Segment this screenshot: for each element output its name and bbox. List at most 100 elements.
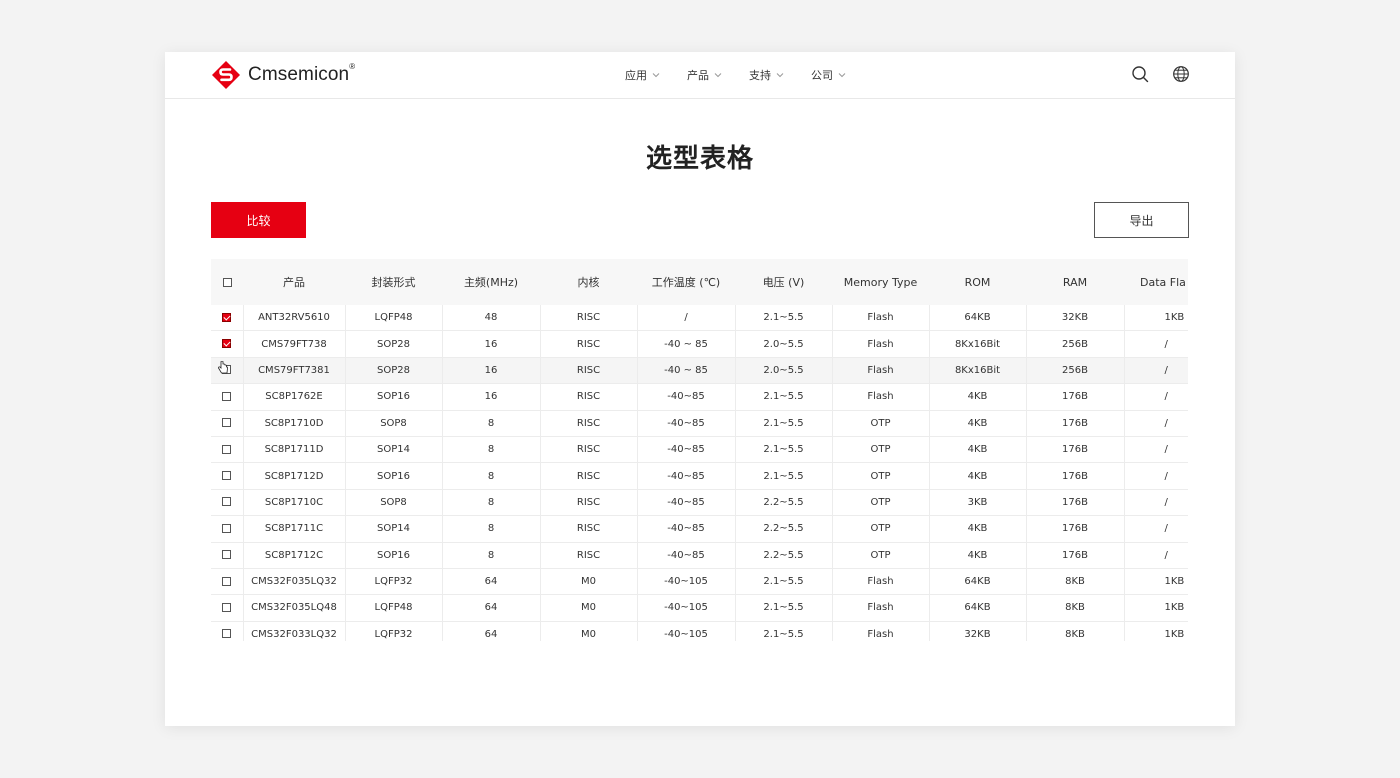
table-cell: 8Kx16Bit	[929, 357, 1027, 385]
column-header[interactable]: 封装形式	[345, 259, 442, 305]
column-header[interactable]: 产品	[243, 259, 345, 305]
table-cell: RISC	[540, 305, 638, 332]
table-row[interactable]: SC8P1762E SOP16 16 RISC -40~85 2.1~5.5 Flash 4K…	[211, 383, 1188, 411]
select-all-checkbox[interactable]	[222, 278, 232, 287]
table-cell: 256B	[1026, 330, 1125, 358]
table-row[interactable]: CMS79FT738 SOP28 16 RISC -40 ~ 85 2.0~5.5 Flas…	[211, 330, 1188, 358]
row-select-cell[interactable]	[211, 515, 244, 543]
compare-button[interactable]: 比较	[211, 202, 306, 238]
table-cell: M0	[540, 568, 638, 596]
table-row[interactable]: SC8P1710C SOP8 8 RISC -40~85 2.2~5.5 OTP 3KB 176…	[211, 489, 1188, 517]
chevron-down-icon	[714, 73, 722, 78]
row-checkbox[interactable]	[222, 444, 232, 454]
row-select-cell[interactable]	[211, 489, 244, 517]
row-select-cell[interactable]	[211, 621, 244, 641]
table-cell: 8	[442, 462, 541, 490]
table-cell: 64KB	[929, 568, 1027, 596]
table-cell: SC8P1710C	[243, 489, 346, 517]
table-cell: RISC	[540, 330, 638, 358]
row-select-cell[interactable]	[211, 542, 244, 569]
row-checkbox[interactable]	[222, 471, 232, 481]
row-checkbox[interactable]	[222, 629, 232, 639]
nav-item-support[interactable]: 支持	[749, 67, 784, 83]
row-select-cell[interactable]	[211, 357, 244, 385]
table-row[interactable]: SC8P1711D SOP14 8 RISC -40~85 2.1~5.5 OTP 4KB 17…	[211, 436, 1188, 464]
nav-item-products[interactable]: 产品	[687, 67, 722, 83]
row-checkbox[interactable]	[222, 550, 232, 560]
export-button[interactable]: 导出	[1094, 202, 1189, 238]
column-header[interactable]: 工作温度 (℃)	[637, 259, 735, 305]
table-cell: -40~105	[637, 568, 736, 596]
table-cell: RISC	[540, 410, 638, 437]
column-header[interactable]: Memory Type	[832, 259, 929, 305]
table-row[interactable]: SC8P1712D SOP16 8 RISC -40~85 2.1~5.5 OTP 4KB 17…	[211, 462, 1188, 490]
table-row[interactable]: CMS32F033LQ32 LQFP32 64 M0 -40~105 2.1~5.5 Fla…	[211, 621, 1188, 641]
table-cell: 16	[442, 383, 541, 411]
table-cell: SOP8	[345, 489, 443, 517]
table-cell: /	[1124, 330, 1188, 358]
globe-icon[interactable]	[1172, 65, 1190, 83]
header-select-all[interactable]	[211, 259, 243, 305]
table-cell: SC8P1762E	[243, 383, 346, 411]
table-cell: -40~85	[637, 515, 736, 543]
nav-label: 应用	[625, 69, 647, 82]
row-select-cell[interactable]	[211, 594, 244, 622]
row-checkbox[interactable]	[222, 602, 232, 612]
table-cell: 2.2~5.5	[735, 515, 833, 543]
table-cell: 176B	[1026, 542, 1125, 569]
column-header[interactable]: RAM	[1026, 259, 1124, 305]
column-header[interactable]: ROM	[929, 259, 1026, 305]
row-checkbox[interactable]	[222, 523, 232, 533]
table-cell: 32KB	[929, 621, 1027, 641]
table-cell: Flash	[832, 383, 930, 411]
row-checkbox[interactable]	[222, 418, 232, 428]
table-cell: Flash	[832, 621, 930, 641]
table-cell: -40~85	[637, 410, 736, 437]
row-select-cell[interactable]	[211, 410, 244, 437]
table-cell: 1KB	[1124, 621, 1188, 641]
column-header[interactable]: 电压 (V)	[735, 259, 832, 305]
row-checkbox[interactable]	[222, 391, 232, 401]
brand-logo[interactable]: Cmsemicon®	[210, 60, 355, 90]
row-checkbox[interactable]	[222, 312, 232, 322]
row-select-cell[interactable]	[211, 462, 244, 490]
table-cell: 64	[442, 594, 541, 622]
column-header[interactable]: 主频(MHz)	[442, 259, 540, 305]
table-row[interactable]: SC8P1712C SOP16 8 RISC -40~85 2.2~5.5 OTP 4KB 17…	[211, 542, 1188, 569]
row-select-cell[interactable]	[211, 305, 244, 332]
row-select-cell[interactable]	[211, 568, 244, 596]
search-icon[interactable]	[1131, 65, 1149, 83]
table-row[interactable]: SC8P1711C SOP14 8 RISC -40~85 2.2~5.5 OTP 4KB 17…	[211, 515, 1188, 543]
table-cell: -40~85	[637, 462, 736, 490]
nav-label: 产品	[687, 69, 709, 82]
table-row[interactable]: ANT32RV5610 LQFP48 48 RISC/2.1~5.5 Flash 64KB…	[211, 305, 1188, 332]
row-select-cell[interactable]	[211, 383, 244, 411]
table-row[interactable]: SC8P1710D SOP8 8 RISC -40~85 2.1~5.5 OTP 4KB 176…	[211, 410, 1188, 437]
table-cell: 8Kx16Bit	[929, 330, 1027, 358]
row-checkbox[interactable]	[222, 339, 232, 349]
column-header[interactable]: 内核	[540, 259, 637, 305]
table-cell: RISC	[540, 462, 638, 490]
table-cell: -40 ~ 85	[637, 357, 736, 385]
table-row[interactable]: CMS79FT7381 SOP28 16 RISC -40 ~ 85 2.0~5.5 Fla…	[211, 357, 1188, 385]
table-cell: 8	[442, 436, 541, 464]
nav-item-company[interactable]: 公司	[811, 67, 846, 83]
table-cell: CMS32F035LQ48	[243, 594, 346, 622]
table-row[interactable]: CMS32F035LQ48 LQFP48 64 M0 -40~105 2.1~5.5 Fla…	[211, 594, 1188, 622]
row-checkbox[interactable]	[222, 576, 232, 586]
table-cell: M0	[540, 621, 638, 641]
row-select-cell[interactable]	[211, 330, 244, 358]
table-cell: 176B	[1026, 383, 1125, 411]
table-cell: -40~85	[637, 436, 736, 464]
nav-item-applications[interactable]: 应用	[625, 67, 660, 83]
selection-table-container[interactable]: 产品 封装形式 主频(MHz) 内核 工作温度 (℃) 电压 (V) Memor…	[211, 259, 1188, 641]
table-cell: 64	[442, 621, 541, 641]
column-header[interactable]: Data Fla	[1124, 259, 1188, 305]
table-cell: -40~85	[637, 542, 736, 569]
table-cell: 2.2~5.5	[735, 542, 833, 569]
row-checkbox[interactable]	[222, 497, 232, 507]
row-select-cell[interactable]	[211, 436, 244, 464]
table-cell: 176B	[1026, 436, 1125, 464]
table-header-row: 产品 封装形式 主频(MHz) 内核 工作温度 (℃) 电压 (V) Memor…	[211, 259, 1188, 305]
table-row[interactable]: CMS32F035LQ32 LQFP32 64 M0 -40~105 2.1~5.5 Fla…	[211, 568, 1188, 596]
